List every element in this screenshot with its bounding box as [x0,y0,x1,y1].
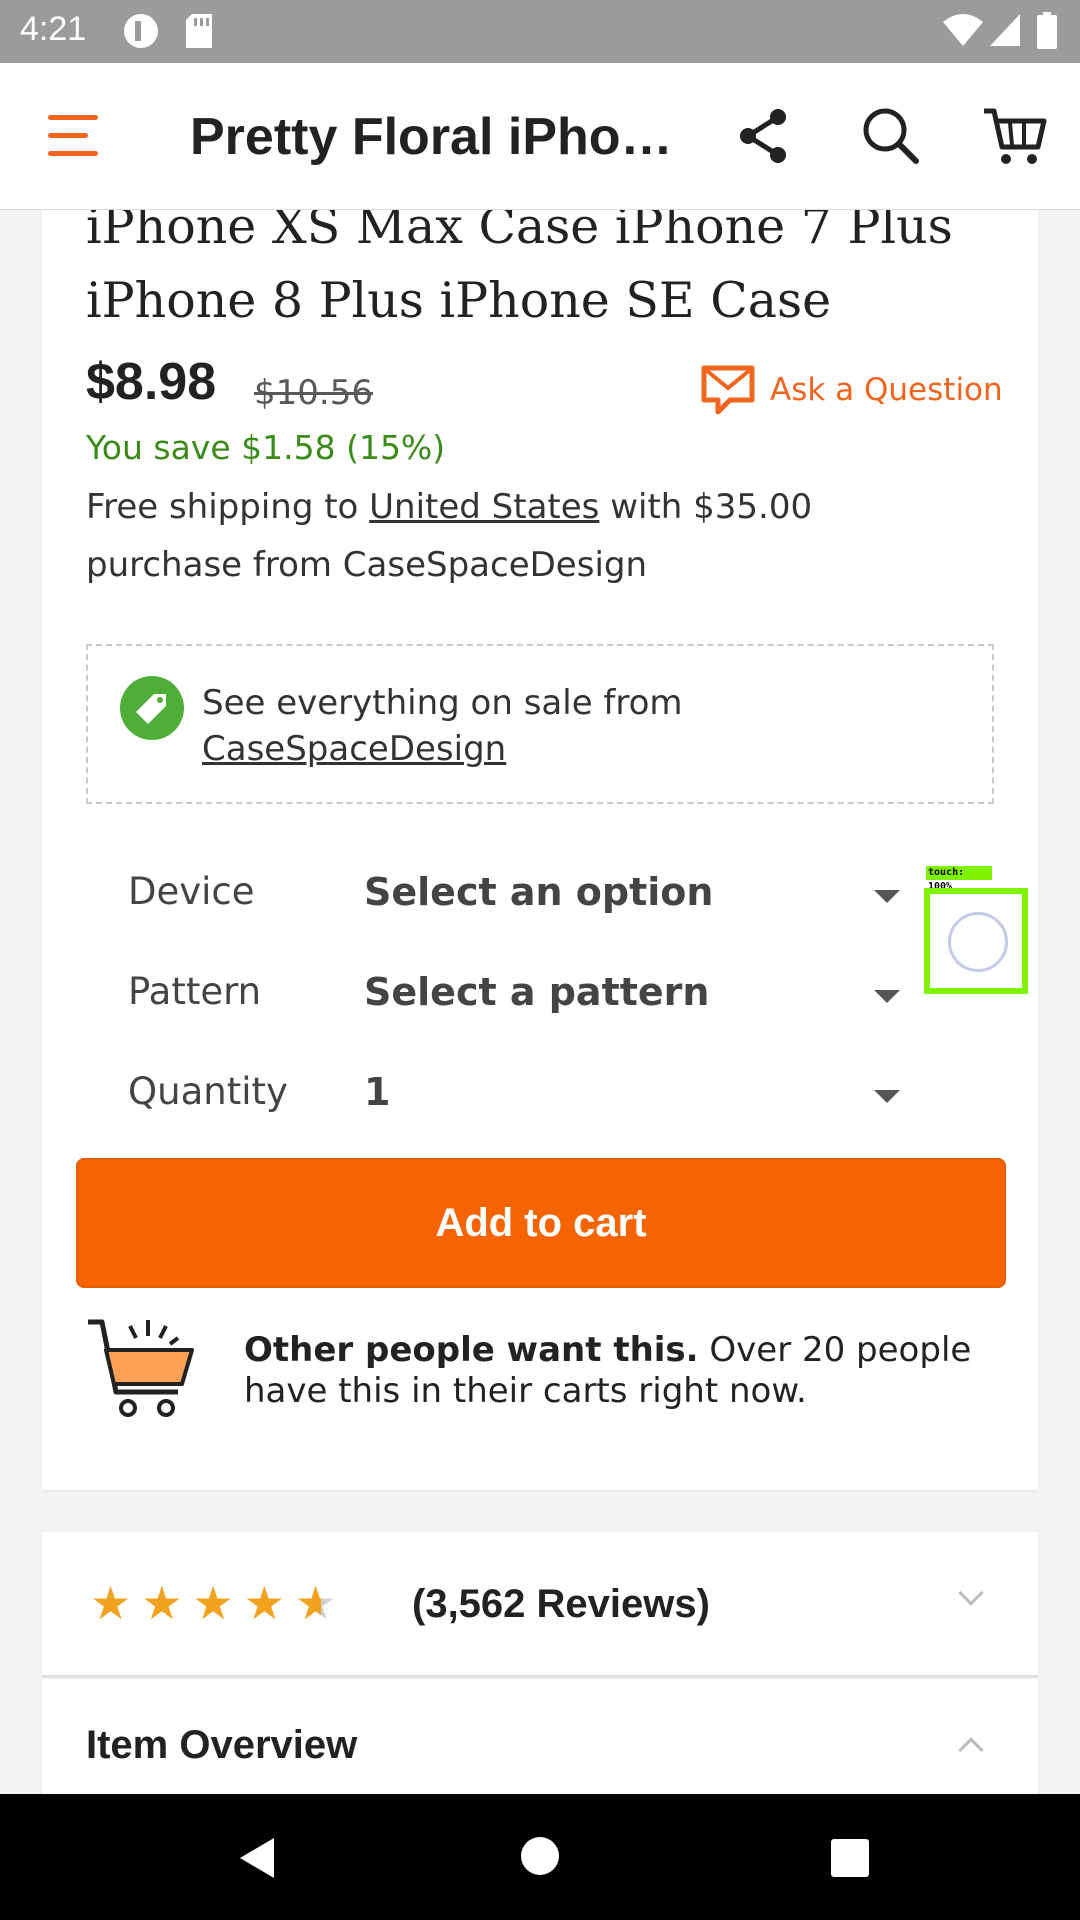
touch-indicator-label: touch: 100% [926,866,992,892]
item-overview-section[interactable]: Item Overview [42,1679,1038,1794]
device-dropdown-icon[interactable] [874,890,900,903]
battery-icon [1036,12,1058,54]
star-icon: ★ [243,1576,295,1630]
item-overview-title: Item Overview [86,1723,358,1767]
chevron-down-icon[interactable] [958,1580,984,1606]
ask-question-label: Ask a Question [770,372,1003,408]
mail-icon [701,365,755,415]
share-icon[interactable] [730,103,796,169]
shop-link[interactable]: CaseSpaceDesign [202,726,683,772]
quantity-label: Quantity [128,1070,288,1113]
pattern-label: Pattern [128,970,262,1013]
shipping-info: Free shipping to United States with $35.… [86,487,813,585]
menu-icon[interactable] [48,115,98,157]
home-icon[interactable] [520,1836,560,1876]
status-bar: 4:21 [0,0,1080,63]
product-title-line-2: iPhone 8 Plus iPhone SE Case [86,272,832,329]
product-scroll-area[interactable]: iPhone XS Max Case iPhone 7 Plus iPhone … [0,210,1080,1794]
device-label: Device [128,870,255,913]
wifi-icon [942,12,984,52]
star-icon: ★ [141,1576,193,1630]
half-star-icon: ★★ [295,1576,347,1630]
system-nav-bar [0,1794,1080,1920]
social-proof-text: Other people want this. Over 20 people h… [244,1330,972,1411]
shop-sale-banner[interactable]: See everything on sale from CaseSpaceDes… [86,644,994,804]
pattern-select[interactable]: Select a pattern [364,970,709,1014]
device-select[interactable]: Select an option [364,870,713,914]
recents-icon[interactable] [830,1838,870,1878]
reviews-section[interactable]: ★★★★★★ (3,562 Reviews) [42,1532,1038,1677]
sale-price: $8.98 [86,353,217,411]
product-card: iPhone XS Max Case iPhone 7 Plus iPhone … [42,210,1038,1490]
product-title-line-1: iPhone XS Max Case iPhone 7 Plus [86,210,953,255]
status-time: 4:21 [20,10,87,48]
chevron-up-icon[interactable] [958,1737,984,1763]
savings-text: You save $1.58 (15%) [86,428,446,467]
busy-cart-icon [88,1319,194,1417]
original-price: $10.56 [254,373,373,413]
quantity-dropdown-icon[interactable] [874,1090,900,1103]
page-title: Pretty Floral iPho… [190,108,673,166]
sale-tag-icon [120,676,184,740]
social-proof: Other people want this. Over 20 people h… [86,1316,1006,1424]
shipping-country-link[interactable]: United States [369,487,599,527]
reviews-count: (3,562 Reviews) [412,1582,710,1626]
search-icon[interactable] [858,103,924,169]
pattern-dropdown-icon[interactable] [874,990,900,1003]
quantity-select[interactable]: 1 [364,1070,390,1114]
product-title: iPhone XS Max Case iPhone 7 Plus iPhone … [86,210,986,338]
back-icon[interactable] [236,1836,280,1880]
app-bar: Pretty Floral iPho… [0,63,1080,210]
sale-banner-text: See everything on sale from CaseSpaceDes… [202,680,683,772]
star-icon: ★ [90,1576,142,1630]
data-saver-icon [122,12,160,54]
sd-card-icon [184,12,214,54]
signal-icon [988,12,1022,52]
star-icon: ★ [192,1576,244,1630]
touch-point [948,912,1008,972]
rating-stars: ★★★★★★ [90,1576,346,1630]
ask-question-button[interactable]: Ask a Question [700,364,1003,416]
add-to-cart-button[interactable]: Add to cart [76,1158,1006,1288]
cart-icon[interactable] [982,103,1048,169]
